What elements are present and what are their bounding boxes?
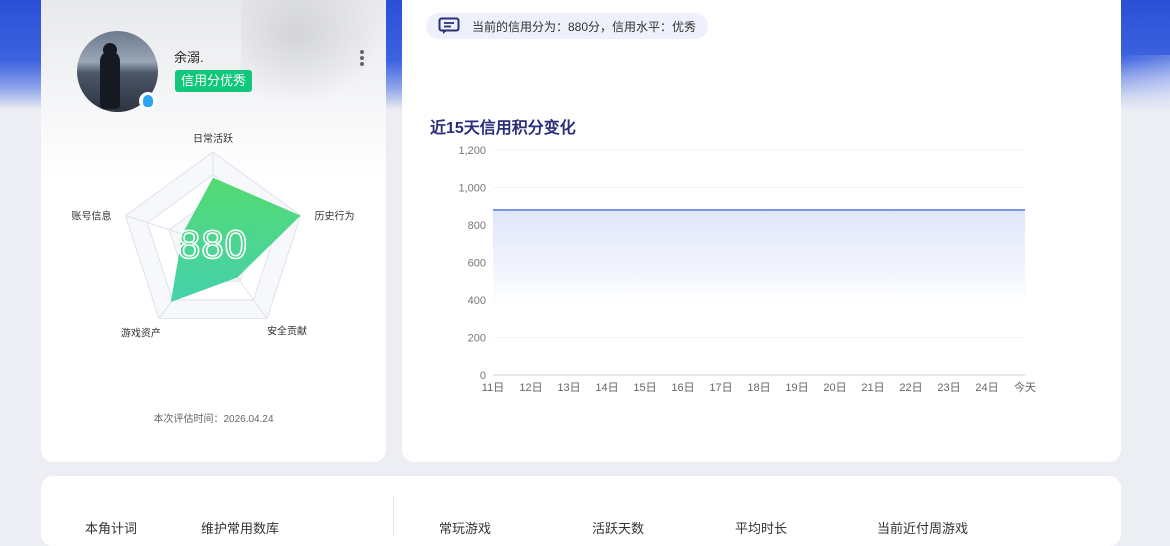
stat-label: 常玩游戏 (439, 521, 492, 536)
stat-label: 当前近付周游戏 (877, 521, 969, 536)
credit-radar-chart: 880 日常活跃历史行为安全贡献 游戏资产 账号信息 (72, 132, 355, 339)
stat-label: 维护常用数库 (201, 521, 280, 536)
radar-axis-label: 账号信息 (72, 210, 112, 223)
x-axis-tick-label: 19日 (785, 382, 808, 394)
data-point[interactable] (1023, 208, 1027, 212)
y-axis-tick-label: 1,200 (458, 146, 486, 157)
x-axis-tick-label: 16日 (671, 382, 694, 394)
x-axis-tick-label: 12日 (519, 382, 542, 394)
data-point[interactable] (719, 208, 723, 212)
credit-summary-text: 当前的信用分为：880分，信用水平：优秀 (472, 19, 697, 34)
data-point[interactable] (605, 208, 609, 212)
evaluation-time: 本次评估时间：2026.04.24 (153, 414, 274, 425)
x-axis-tick-label: 13日 (557, 382, 580, 394)
data-point[interactable] (871, 208, 875, 212)
y-axis-tick-label: 600 (468, 258, 486, 270)
data-point[interactable] (757, 208, 761, 212)
x-axis-tick-label: 20日 (823, 382, 846, 394)
x-axis-tick-label: 11日 (482, 382, 504, 394)
radar-axis-label: 安全贡献 (267, 324, 307, 337)
data-point[interactable] (985, 208, 989, 212)
stat-label: 活跃天数 (592, 521, 645, 536)
data-point[interactable] (795, 208, 799, 212)
qq-icon (139, 92, 157, 110)
data-point[interactable] (909, 208, 913, 212)
credit-level-badge: 信用分优秀 (175, 70, 253, 92)
stats-divider (393, 496, 394, 536)
x-axis-tick-label: 今天 (1014, 380, 1036, 394)
stat-label: 本角计词 (85, 521, 138, 536)
y-axis-tick-label: 400 (468, 295, 486, 307)
radar-axis-label: 历史行为 (314, 210, 354, 223)
y-axis-tick-label: 0 (480, 370, 486, 382)
y-axis-tick-label: 1,000 (458, 183, 486, 195)
x-axis-tick-label: 23日 (937, 382, 960, 394)
credit-trend-card: 当前的信用分为：880分，信用水平：优秀 近15天信用积分变化 0 200 400 6… (402, 0, 1121, 462)
profile-card: 余溺. 信用分优秀 880 日常活跃历史行为安全贡献 游戏资产 账号信息 本次评估时间… (41, 0, 386, 462)
series-area-fill (493, 210, 1025, 308)
credit-summary-pill: 当前的信用分为：880分，信用水平：优秀 (426, 13, 709, 39)
message-icon (438, 17, 460, 34)
data-point[interactable] (947, 208, 951, 212)
stat-label: 平均时长 (735, 521, 788, 536)
x-axis-tick-label: 24日 (975, 382, 998, 394)
chart-title: 近15天信用积分变化 (430, 120, 576, 137)
more-options-icon[interactable] (355, 50, 369, 70)
y-axis-tick-label: 200 (468, 333, 486, 345)
x-axis-tick-label: 14日 (595, 382, 618, 394)
credit-score-number: 880 (178, 223, 248, 267)
x-axis-tick-label: 21日 (861, 382, 884, 394)
y-axis-tick-label: 800 (468, 220, 486, 232)
data-point[interactable] (643, 208, 647, 212)
stats-card: 本角计词 维护常用数库 常玩游戏 活跃天数 平均时长 当前近付周游戏 (41, 476, 1121, 546)
x-axis-tick-label: 18日 (747, 382, 770, 394)
x-axis-tick-label: 17日 (709, 382, 732, 394)
username: 余溺. (174, 50, 204, 65)
data-point[interactable] (491, 208, 495, 212)
radar-axis-label: 日常活跃 (193, 132, 233, 145)
x-axis-tick-label: 22日 (899, 382, 922, 394)
data-point[interactable] (833, 208, 837, 212)
data-point[interactable] (567, 208, 571, 212)
x-axis-tick-label: 15日 (633, 382, 656, 394)
radar-axis-label: 游戏资产 (121, 326, 161, 339)
data-point[interactable] (681, 208, 685, 212)
data-point[interactable] (529, 208, 533, 212)
avatar-figure-body (100, 51, 120, 109)
credit-line-chart: 0 200 400 600 800 1,000 1,200 11日 12日 13日 14日 15日 16… (458, 146, 1036, 394)
